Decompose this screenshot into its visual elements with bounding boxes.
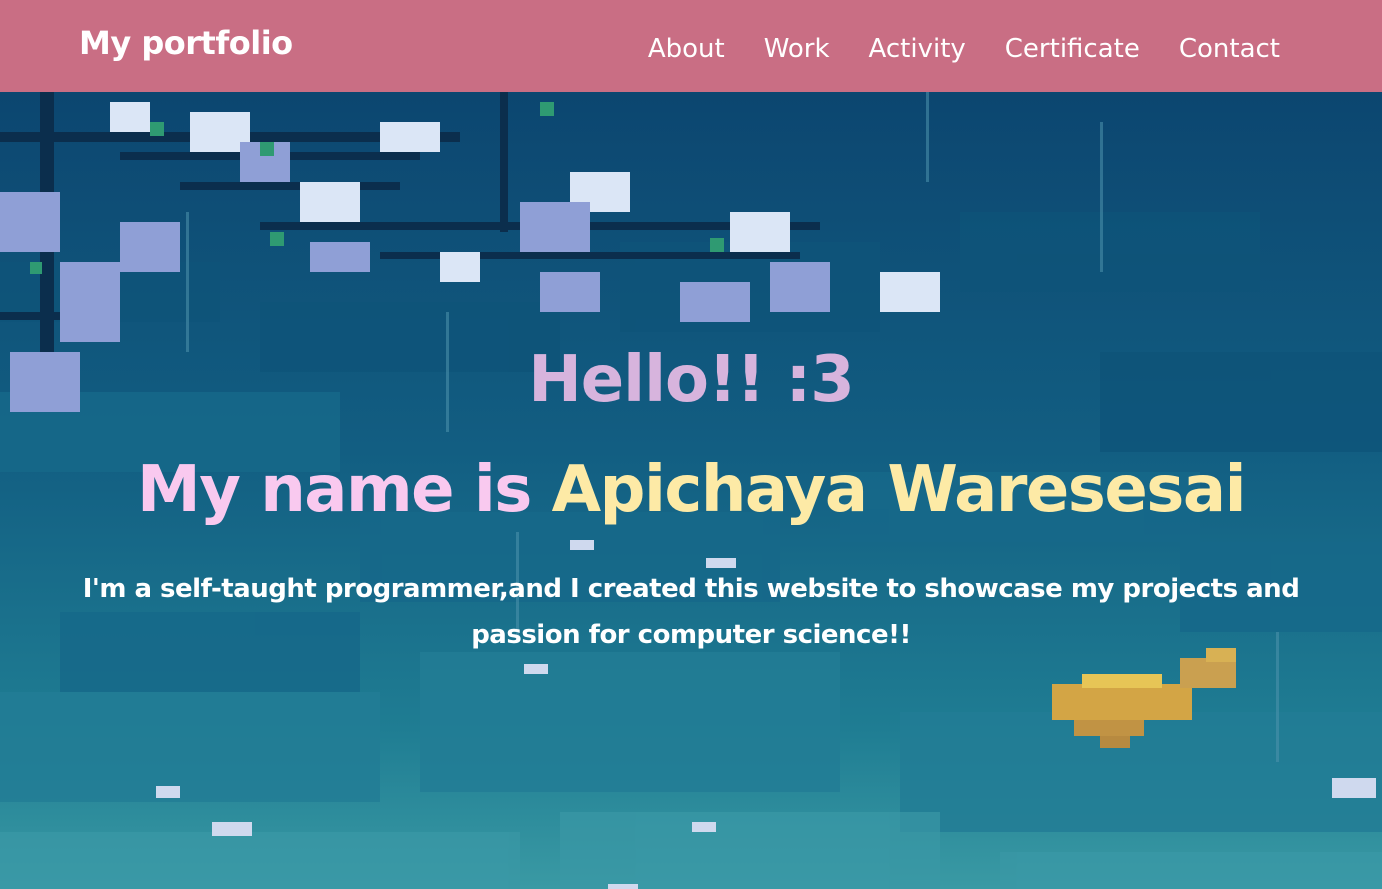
hero-content: Hello!! :3 My name is Apichaya Waresesai… bbox=[0, 92, 1382, 889]
nav-item-activity: Activity bbox=[869, 31, 966, 67]
owner-name: Apichaya Waresesai bbox=[551, 453, 1247, 527]
nav-item-about: About bbox=[648, 31, 725, 67]
hero-name-heading: My name is Apichaya Waresesai bbox=[0, 450, 1382, 530]
nav-link-certificate[interactable]: Certificate bbox=[1005, 34, 1140, 64]
nav-item-contact: Contact bbox=[1179, 31, 1280, 67]
hero-section: Hello!! :3 My name is Apichaya Waresesai… bbox=[0, 92, 1382, 889]
nav-menu: About Work Activity Certificate Contact bbox=[648, 31, 1280, 67]
hero-greeting: Hello!! :3 bbox=[528, 343, 855, 417]
nav-link-activity[interactable]: Activity bbox=[869, 34, 966, 64]
nav-link-work[interactable]: Work bbox=[764, 34, 830, 64]
nav-link-contact[interactable]: Contact bbox=[1179, 34, 1280, 64]
nav-item-work: Work bbox=[764, 31, 830, 67]
name-prefix: My name is bbox=[137, 453, 532, 527]
nav-link-about[interactable]: About bbox=[648, 34, 725, 64]
top-navbar: My portfolio About Work Activity Certifi… bbox=[0, 0, 1382, 92]
nav-item-certificate: Certificate bbox=[1005, 31, 1140, 67]
hero-intro-text: I'm a self-taught programmer,and I creat… bbox=[82, 574, 1300, 650]
brand-logo-link[interactable]: My portfolio bbox=[79, 24, 293, 62]
portfolio-page: My portfolio About Work Activity Certifi… bbox=[0, 0, 1382, 889]
